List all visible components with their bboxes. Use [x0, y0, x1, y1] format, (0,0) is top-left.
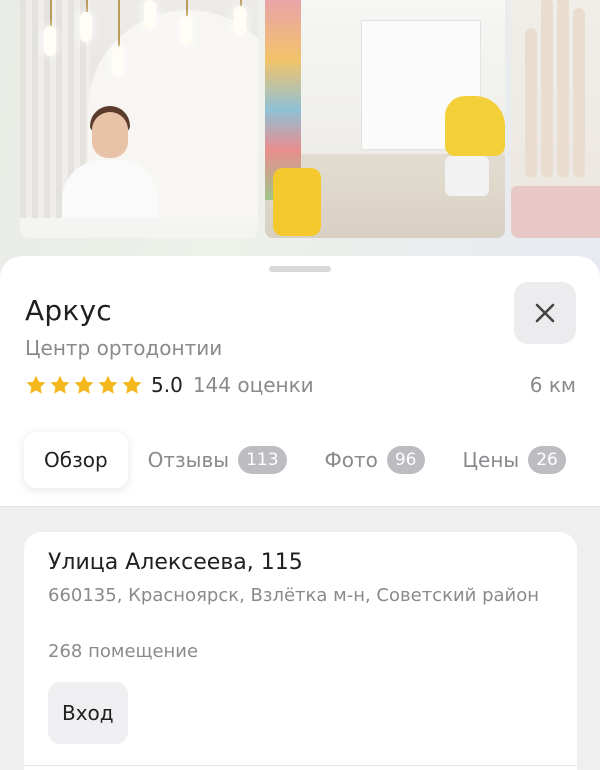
place-header: Аркус Центр ортодонтии 5.0 144 оценки 6 …	[0, 256, 600, 506]
rating-count: 144 оценки	[192, 373, 314, 397]
address-room: 268 помещение	[48, 641, 199, 662]
place-title: Аркус	[25, 294, 112, 327]
tab-label: Отзывы	[147, 448, 230, 472]
gallery-photo-dental-room[interactable]	[265, 0, 505, 238]
distance-label: 6 км	[529, 373, 576, 397]
pendant-lamp	[80, 12, 92, 42]
entrance-button[interactable]: Вход	[48, 682, 128, 744]
place-card-sheet: Аркус Центр ортодонтии 5.0 144 оценки 6 …	[0, 256, 600, 770]
tab-photos[interactable]: Фото 96	[325, 432, 425, 488]
count-badge: 96	[386, 446, 425, 474]
gallery-photo-lounge[interactable]	[511, 0, 600, 238]
divider	[0, 506, 600, 507]
tab-label: Обзор	[44, 448, 108, 472]
dental-chair	[445, 96, 505, 156]
pendant-lamp	[234, 6, 246, 36]
card-divider	[24, 765, 577, 766]
pendant-lamp	[112, 46, 124, 76]
close-button[interactable]	[514, 282, 576, 344]
pendant-lamp	[144, 0, 156, 30]
star-icon	[50, 375, 70, 394]
tab-overview[interactable]: Обзор	[24, 432, 128, 488]
close-icon	[535, 303, 555, 323]
place-category: Центр ортодонтии	[25, 336, 223, 360]
tab-prices[interactable]: Цены 26	[463, 432, 566, 488]
star-icon	[98, 375, 118, 394]
address-street[interactable]: Улица Алексеева, 115	[48, 550, 303, 575]
count-badge: 26	[528, 446, 566, 474]
photo-gallery[interactable]	[0, 0, 600, 270]
sheet-grabber[interactable]	[269, 266, 331, 272]
star-icon	[26, 375, 46, 394]
yellow-stool	[273, 168, 321, 236]
pendant-lamp	[44, 26, 56, 56]
sofa	[511, 186, 600, 238]
rating-row[interactable]: 5.0 144 оценки	[25, 372, 314, 398]
tab-reviews[interactable]: Отзывы 113	[148, 432, 287, 488]
gallery-photo-reception[interactable]	[20, 0, 258, 238]
count-badge: 113	[238, 446, 287, 474]
rating-value: 5.0	[151, 373, 183, 397]
pendant-lamp	[180, 16, 192, 46]
place-tabs: Обзор Отзывы 113 Фото 96 Цены 26	[24, 432, 566, 488]
star-icon	[74, 375, 94, 394]
star-icon	[122, 375, 142, 394]
tab-label: Цены	[462, 448, 520, 472]
tab-label: Фото	[324, 448, 378, 472]
rating-stars	[25, 374, 143, 396]
reception-desk	[20, 218, 258, 238]
address-details: 660135, Красноярск, Взлётка м-н, Советск…	[48, 585, 540, 606]
address-card: Улица Алексеева, 115 660135, Красноярск,…	[24, 532, 577, 770]
